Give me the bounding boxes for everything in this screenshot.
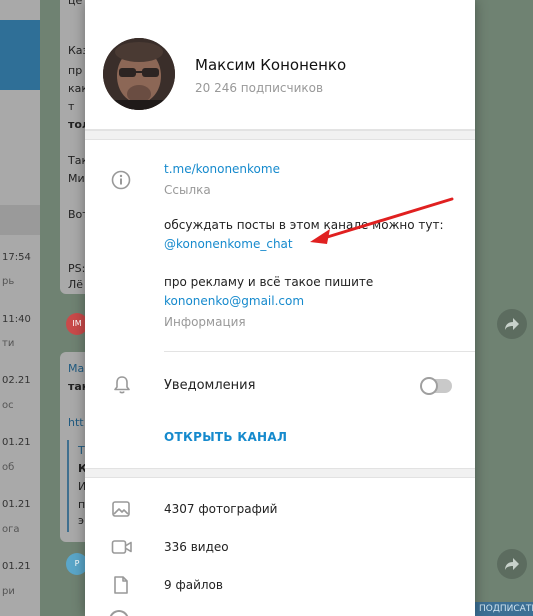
share-icon [505, 318, 519, 330]
message-text: э [78, 514, 85, 527]
message-text: Лё [68, 278, 84, 291]
chat-preview: ога [2, 524, 20, 535]
chat-preview: ос [2, 400, 14, 411]
share-button[interactable] [497, 549, 527, 579]
description-label: Информация [164, 315, 246, 329]
section-separator [85, 468, 475, 478]
subscriber-count: 20 246 подписчиков [195, 81, 324, 95]
share-button[interactable] [497, 309, 527, 339]
info-icon [111, 170, 131, 190]
file-icon [114, 576, 128, 594]
message-text: PS: [68, 262, 86, 275]
description-text: обсуждать посты в этом канале можно тут: [164, 218, 444, 232]
description-text: про рекламу и всё такое пишите [164, 275, 374, 289]
divider [164, 351, 475, 352]
message-text: Ма [68, 362, 85, 375]
chat-time: 01.21 [2, 499, 31, 510]
channel-link[interactable]: t.me/kononenkome [164, 162, 280, 176]
media-row-videos[interactable]: 336 видео [85, 529, 475, 565]
chat-preview: ри [2, 586, 15, 597]
message-text: htt [68, 416, 84, 429]
notifications-label: Уведомления [164, 378, 256, 393]
email-link[interactable]: kononenko@gmail.com [164, 294, 304, 308]
chat-time: 17:54 [2, 252, 31, 263]
quote-bar [67, 440, 69, 532]
avatar[interactable] [103, 38, 175, 110]
section-separator [85, 130, 475, 140]
toggle-knob [420, 377, 438, 395]
media-row-photos[interactable]: 4307 фотографий [85, 491, 475, 527]
message-text: це [68, 0, 83, 7]
message-text: т [68, 100, 75, 113]
media-label: 4307 фотографий [164, 502, 278, 516]
chat-time: 01.21 [2, 437, 31, 448]
photo-icon [112, 501, 130, 517]
message-text: Т [78, 444, 85, 457]
chat-preview: рь [2, 276, 15, 287]
chat-time: 11:40 [2, 314, 31, 325]
subscribe-bar[interactable]: ПОДПИСАТЬ [473, 602, 533, 616]
selected-chat-highlight [0, 20, 40, 90]
chat-preview: об [2, 462, 15, 473]
chat-list-sidebar: 17:54 рь 11:40 ти 02.21 ос 01.21 об 01.2… [0, 0, 40, 616]
share-icon [505, 558, 519, 570]
avatar-photo [103, 38, 175, 110]
media-label: 336 видео [164, 540, 229, 554]
chat-preview: ти [2, 338, 15, 349]
media-label: 9 файлов [164, 578, 223, 592]
link-icon [109, 610, 129, 616]
message-text: пр [68, 64, 83, 77]
chat-list-band [0, 205, 40, 235]
chat-time: 02.21 [2, 375, 31, 386]
profile-header: Максим Кононенко 20 246 подписчиков [85, 0, 475, 130]
chat-time: 01.21 [2, 561, 31, 572]
open-channel-button[interactable]: ОТКРЫТЬ КАНАЛ [164, 430, 287, 444]
media-row-files[interactable]: 9 файлов [85, 567, 475, 603]
message-text: Ми [68, 172, 85, 185]
bell-icon [114, 376, 130, 394]
channel-link-label: Ссылка [164, 183, 211, 197]
channel-name: Максим Кононенко [195, 56, 347, 74]
chat-link[interactable]: @kononenkome_chat [164, 237, 293, 251]
notifications-toggle[interactable] [420, 377, 452, 395]
video-icon [111, 540, 132, 554]
channel-info-modal: Максим Кононенко 20 246 подписчиков t.me… [85, 0, 475, 616]
